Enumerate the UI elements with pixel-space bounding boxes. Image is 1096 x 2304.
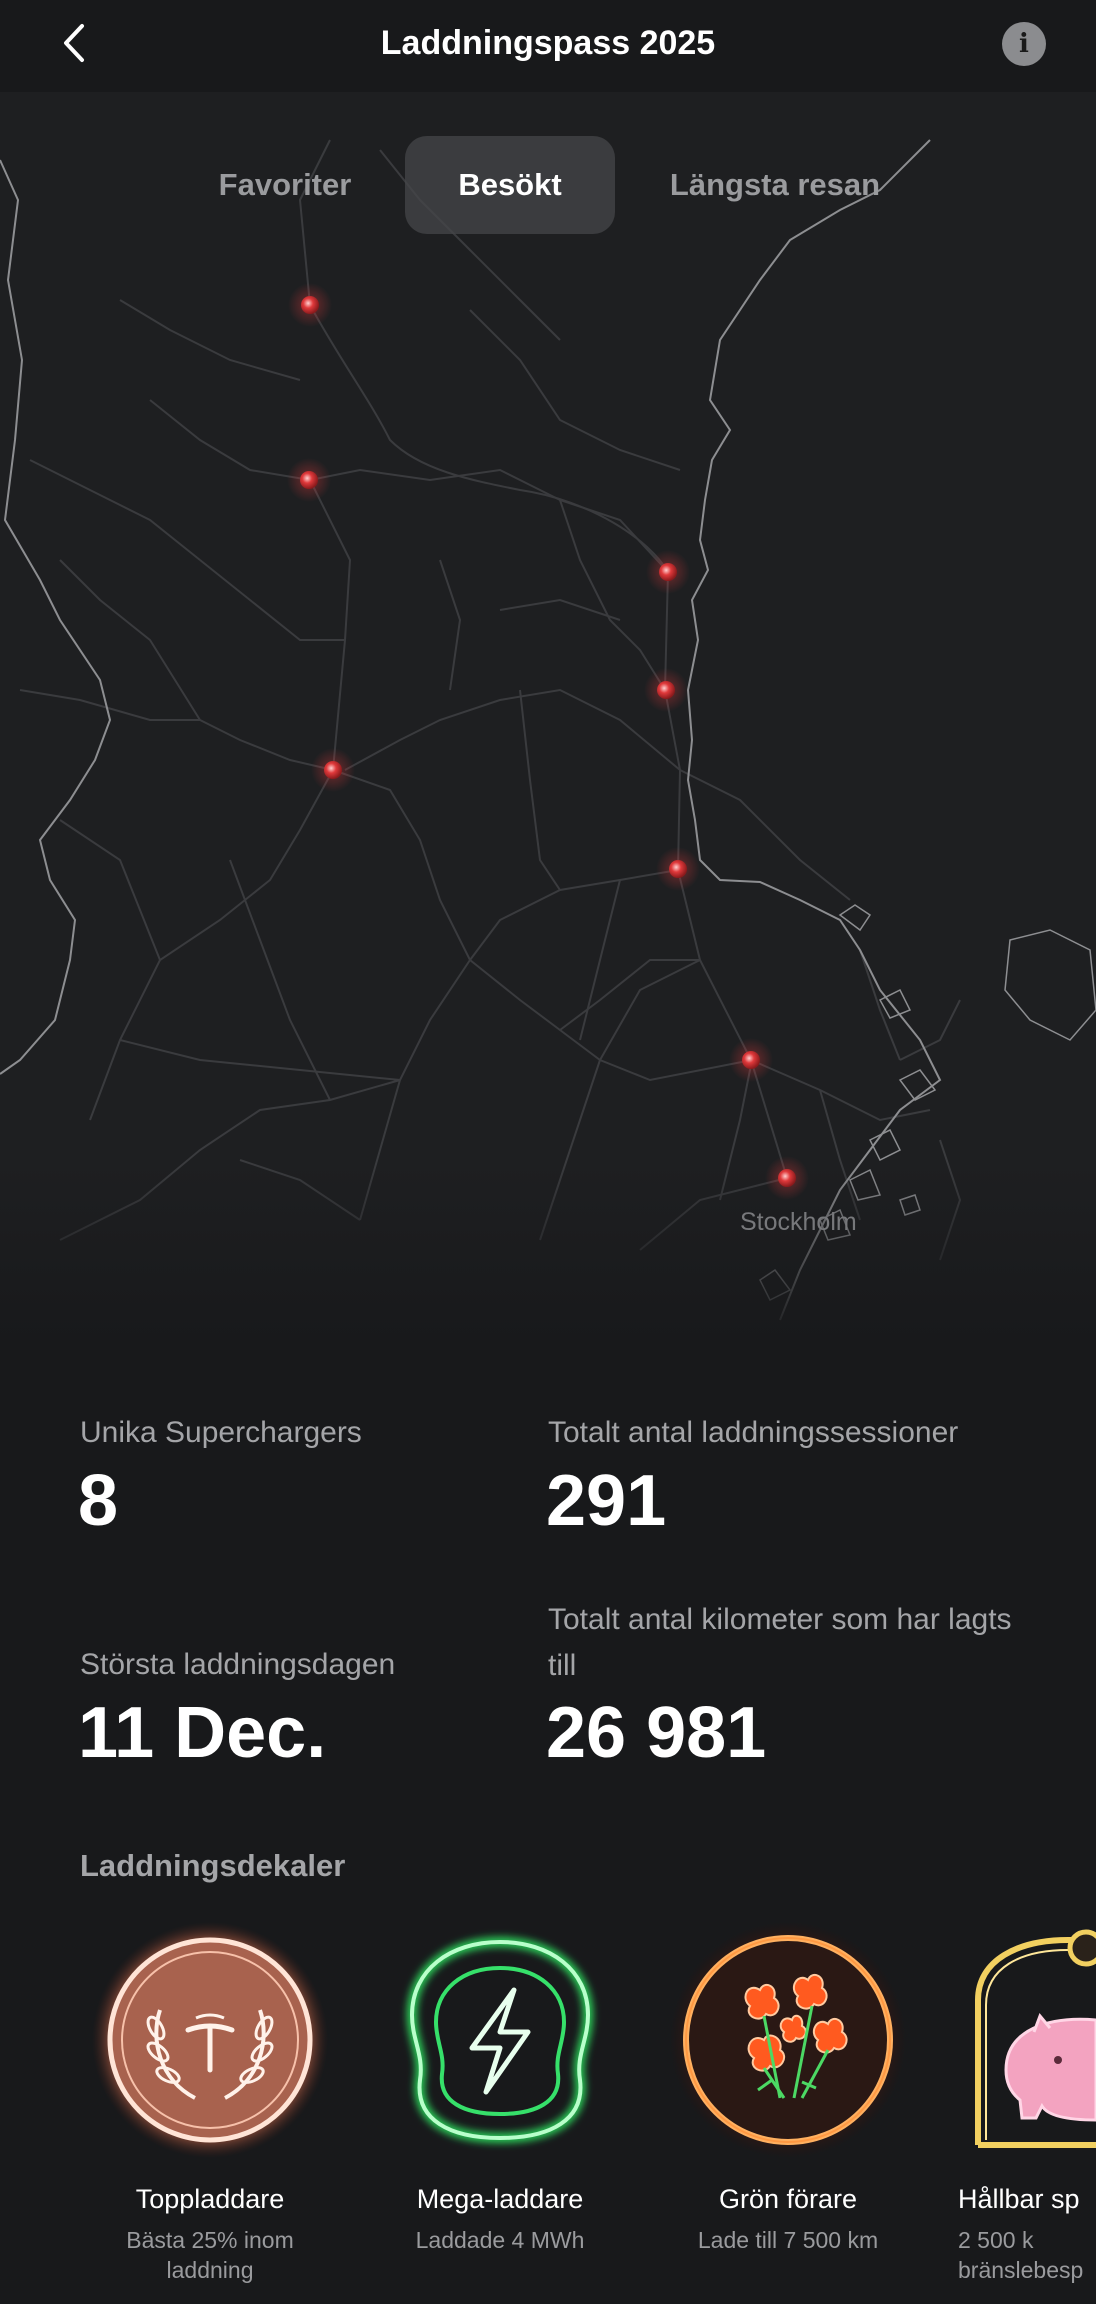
sticker-desc: Lade till 7 500 km — [697, 2227, 879, 2253]
header: Laddningspass 2025 i — [0, 0, 1096, 90]
laurel-badge-icon — [90, 1920, 330, 2160]
stat-value-biggest-day: 11 Dec. — [78, 1693, 327, 1773]
flower-badge-icon — [668, 1920, 908, 2160]
sticker-name: Toppladdare — [135, 2184, 285, 2214]
stat-label-biggest-day: Största laddningsdagen — [80, 1648, 396, 1681]
page-title: Laddningspass 2025 — [380, 24, 716, 62]
sticker-gron-forare[interactable]: Grön förare Lade till 7 500 km — [668, 1920, 908, 2255]
stickers-title: Laddningsdekaler — [80, 1848, 346, 1883]
stat-label-total-km: Totalt antal kilometer som har lagts til… — [548, 1603, 1012, 1682]
stat-value-total-sessions: 291 — [546, 1461, 667, 1541]
tab-favoriter[interactable]: Favoriter — [190, 136, 380, 234]
map-roads — [0, 139, 1096, 1321]
stat-label-unique-superchargers: Unika Superchargers — [80, 1416, 362, 1449]
tab-bar: Favoriter Besökt Längsta resan — [0, 136, 1096, 234]
lightning-badge-icon — [380, 1920, 620, 2160]
piggy-bank-badge-icon — [958, 1920, 1096, 2160]
map[interactable] — [0, 92, 1096, 1342]
map-fade — [0, 1162, 1096, 1342]
stat-label-total-sessions: Totalt antal laddningssessioner — [548, 1416, 959, 1449]
sticker-name: Hållbar sp — [958, 2184, 1080, 2214]
stat-value-total-km: 26 981 — [546, 1693, 767, 1773]
tab-besokt[interactable]: Besökt — [405, 136, 615, 234]
info-icon[interactable]: i — [1002, 22, 1046, 66]
sticker-desc: 2 500 k bränslebesp — [958, 2227, 1084, 2283]
sticker-desc: Laddade 4 MWh — [415, 2227, 585, 2253]
city-label: Stockholm — [740, 1208, 857, 1236]
sticker-mega-laddare[interactable]: Mega-laddare Laddade 4 MWh — [380, 1920, 620, 2255]
sticker-name: Mega-laddare — [416, 2184, 584, 2214]
tab-langsta-resan[interactable]: Längsta resan — [648, 136, 902, 234]
sticker-toppladdare[interactable]: Toppladdare Bästa 25% inom laddning — [90, 1920, 330, 2285]
sticker-name: Grön förare — [718, 2184, 858, 2214]
sticker-desc: Bästa 25% inom laddning — [126, 2227, 294, 2283]
stat-value-unique-superchargers: 8 — [78, 1461, 119, 1541]
sticker-hallbar[interactable]: Hållbar sp 2 500 k bränslebesp — [958, 1920, 1096, 2285]
